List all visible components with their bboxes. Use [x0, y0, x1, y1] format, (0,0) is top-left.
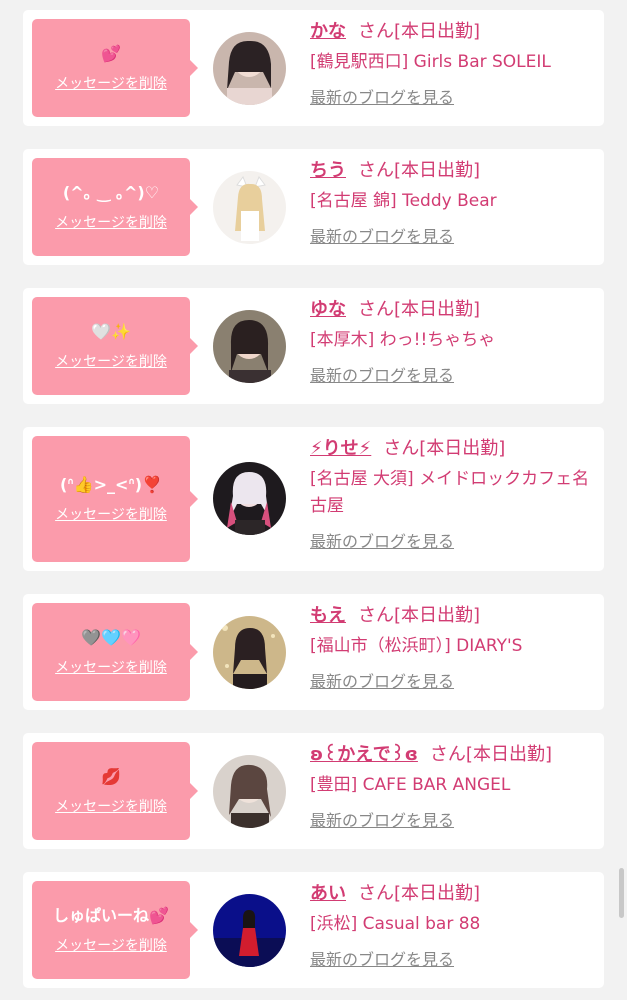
message-text: 🤍✨ [91, 322, 131, 341]
shop-name: [鶴見駅西口] Girls Bar SOLEIL [310, 52, 551, 72]
girl-name-link[interactable]: かな [310, 21, 346, 42]
delete-message-button[interactable]: メッセージを削除 [32, 75, 190, 93]
avatar[interactable] [213, 616, 286, 689]
girl-name-link[interactable]: あい [310, 883, 346, 904]
san-label: さん [358, 605, 394, 626]
message-bubble: しゅぱいーね💕 メッセージを削除 [32, 881, 198, 979]
shop-name: [本厚木] わっ!!ちゃちゃ [310, 330, 496, 350]
status-label: [本日出勤] [465, 744, 552, 765]
message-text: 💋 [101, 767, 121, 786]
shop-name: [豊田] CAFE BAR ANGEL [310, 775, 511, 795]
latest-blog-link[interactable]: 最新のブログを見る [310, 672, 454, 692]
san-label: さん [358, 883, 394, 904]
girl-name-link[interactable]: もえ [310, 605, 346, 626]
list-item: 🩶🩵🩷 メッセージを削除 もえ さん[本日出勤] [福山市（松浜町）] DIARY… [23, 594, 604, 710]
delete-message-button[interactable]: メッセージを削除 [32, 937, 190, 955]
list-item: 💋 メッセージを削除 ʚ꒰かえで꒱ɞ さん[本日出勤] [豊田] CAFE BAR… [23, 733, 604, 849]
status-label: [本日出勤] [394, 21, 481, 42]
delete-message-button[interactable]: メッセージを削除 [32, 353, 190, 371]
list-item: 🤍✨ メッセージを削除 ゆな さん[本日出勤] [本厚木] わっ!!ちゃちゃ 最新… [23, 288, 604, 404]
girl-name-link[interactable]: ⚡りせ⚡ [310, 438, 371, 459]
delete-message-button[interactable]: メッセージを削除 [32, 214, 190, 232]
message-bubble: 🩶🩵🩷 メッセージを削除 [32, 603, 198, 701]
message-text: (^｡ ‿ ｡^)♡ [62, 183, 160, 202]
avatar[interactable] [213, 462, 286, 535]
san-label: さん [429, 744, 466, 765]
latest-blog-link[interactable]: 最新のブログを見る [310, 227, 454, 247]
message-text: しゅぱいーね💕 [53, 906, 169, 925]
shop-name: [名古屋 大須] メイドロックカフェ名古屋 [310, 469, 590, 516]
shop-name: [浜松] Casual bar 88 [310, 914, 481, 934]
san-label: さん [358, 160, 394, 181]
avatar[interactable] [213, 755, 286, 828]
message-text: 🩶🩵🩷 [81, 628, 141, 647]
latest-blog-link[interactable]: 最新のブログを見る [310, 88, 454, 108]
delete-message-button[interactable]: メッセージを削除 [32, 798, 190, 816]
status-label: [本日出勤] [394, 160, 481, 181]
message-bubble: 🤍✨ メッセージを削除 [32, 297, 198, 395]
message-bubble: (^｡ ‿ ｡^)♡ メッセージを削除 [32, 158, 198, 256]
avatar[interactable] [213, 171, 286, 244]
status-label: [本日出勤] [394, 299, 481, 320]
status-label: [本日出勤] [394, 883, 481, 904]
scrollbar[interactable] [619, 868, 624, 918]
girl-name-link[interactable]: ゆな [310, 299, 346, 320]
latest-blog-link[interactable]: 最新のブログを見る [310, 366, 454, 386]
delete-message-button[interactable]: メッセージを削除 [32, 659, 190, 677]
message-text: (ᐢ👍>_<ᐢ)❣️ [60, 475, 162, 494]
message-bubble: 💋 メッセージを削除 [32, 742, 198, 840]
status-label: [本日出勤] [394, 605, 481, 626]
list-item: 💕 メッセージを削除 かな さん[本日出勤] [鶴見駅西口] Girls Bar … [23, 10, 604, 126]
message-bubble: (ᐢ👍>_<ᐢ)❣️ メッセージを削除 [32, 436, 198, 562]
girl-name-link[interactable]: ʚ꒰かえで꒱ɞ [310, 744, 418, 765]
shop-name: [福山市（松浜町）] DIARY'S [310, 636, 523, 656]
message-bubble: 💕 メッセージを削除 [32, 19, 198, 117]
avatar[interactable] [213, 894, 286, 967]
girl-message-list: 💕 メッセージを削除 かな さん[本日出勤] [鶴見駅西口] Girls Bar … [0, 0, 627, 1000]
avatar[interactable] [213, 32, 286, 105]
list-item: (ᐢ👍>_<ᐢ)❣️ メッセージを削除 ⚡りせ⚡ さん[本日出勤] [名古屋 大須… [23, 427, 604, 571]
shop-name: [名古屋 錦] Teddy Bear [310, 191, 497, 211]
latest-blog-link[interactable]: 最新のブログを見る [310, 950, 454, 970]
status-label: [本日出勤] [419, 438, 506, 459]
avatar[interactable] [213, 310, 286, 383]
san-label: さん [358, 21, 394, 42]
latest-blog-link[interactable]: 最新のブログを見る [310, 532, 454, 552]
san-label: さん [358, 299, 394, 320]
latest-blog-link[interactable]: 最新のブログを見る [310, 811, 454, 831]
delete-message-button[interactable]: メッセージを削除 [32, 506, 190, 524]
message-text: 💕 [101, 44, 121, 63]
list-item: しゅぱいーね💕 メッセージを削除 あい さん[本日出勤] [浜松] Casual … [23, 872, 604, 988]
san-label: さん [383, 438, 420, 459]
girl-name-link[interactable]: ちう [310, 160, 346, 181]
list-item: (^｡ ‿ ｡^)♡ メッセージを削除 ちう さん[本日出勤] [名古屋 錦] T… [23, 149, 604, 265]
